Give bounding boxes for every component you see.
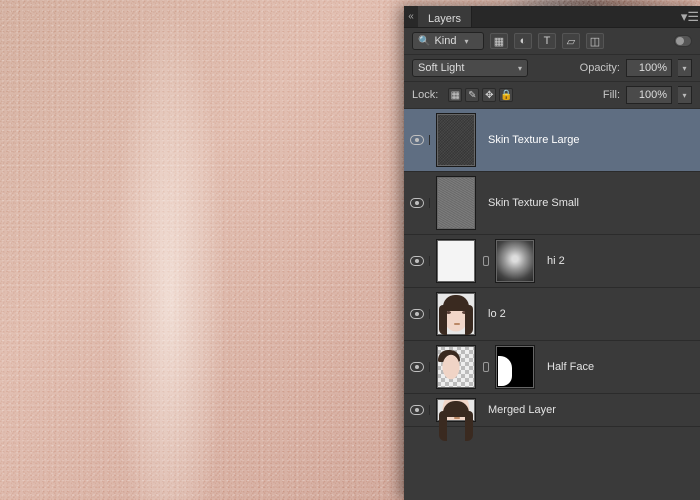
- filter-type-icon[interactable]: T: [538, 33, 556, 49]
- opacity-value: 100%: [639, 62, 667, 74]
- layer-thumbnail[interactable]: [436, 113, 476, 167]
- filter-toggle[interactable]: [674, 35, 692, 47]
- fill-value: 100%: [639, 89, 667, 101]
- chevron-down-icon: ▾: [518, 64, 522, 73]
- visibility-eye-icon[interactable]: [410, 362, 424, 372]
- visibility-eye-icon[interactable]: [410, 256, 424, 266]
- blend-mode-dropdown[interactable]: Soft Light ▾: [412, 59, 528, 77]
- layer-thumbnail[interactable]: [436, 398, 476, 422]
- blend-mode-value: Soft Light: [418, 62, 464, 74]
- layers-panel: « Layers ▾☰ 🔍 Kind ▾ ▦ ◐ T ▱ ◫ Soft Ligh…: [404, 6, 700, 500]
- lock-label: Lock:: [412, 89, 438, 101]
- lock-transparency-icon[interactable]: ▦: [448, 88, 462, 102]
- opacity-input[interactable]: 100%: [626, 59, 672, 77]
- layer-row[interactable]: lo 2: [404, 288, 700, 341]
- filter-smart-icon[interactable]: ◫: [586, 33, 604, 49]
- blend-opacity-row: Soft Light ▾ Opacity: 100% ▾: [404, 55, 700, 82]
- panel-menu-button[interactable]: ▾☰: [680, 6, 700, 27]
- layer-row[interactable]: Skin Texture Small: [404, 172, 700, 235]
- lock-all-icon[interactable]: 🔒: [499, 88, 513, 102]
- layer-mask-thumbnail[interactable]: [495, 345, 535, 389]
- layer-name[interactable]: Half Face: [547, 361, 594, 373]
- layer-list: Skin Texture Large Skin Texture Small hi…: [404, 109, 700, 500]
- layer-thumbnail[interactable]: [436, 345, 476, 389]
- chevron-down-icon: ▾: [464, 37, 468, 46]
- opacity-label: Opacity:: [580, 62, 620, 74]
- lock-position-icon[interactable]: ✥: [482, 88, 496, 102]
- layer-row[interactable]: Skin Texture Large: [404, 109, 700, 172]
- mask-link-icon[interactable]: [483, 256, 489, 266]
- filter-pixel-icon[interactable]: ▦: [490, 33, 508, 49]
- layer-row[interactable]: hi 2: [404, 235, 700, 288]
- layer-name[interactable]: hi 2: [547, 255, 565, 267]
- filter-kind-label: Kind: [434, 35, 456, 47]
- layers-tab-label: Layers: [428, 13, 461, 25]
- filter-adjustment-icon[interactable]: ◐: [514, 33, 532, 49]
- layer-row[interactable]: Merged Layer: [404, 394, 700, 427]
- filter-row: 🔍 Kind ▾ ▦ ◐ T ▱ ◫: [404, 28, 700, 55]
- layer-mask-thumbnail[interactable]: [495, 239, 535, 283]
- lock-image-icon[interactable]: ✎: [465, 88, 479, 102]
- collapse-arrows-icon[interactable]: «: [404, 6, 418, 27]
- fill-stepper[interactable]: ▾: [678, 86, 692, 104]
- visibility-eye-icon[interactable]: [410, 309, 424, 319]
- layer-name[interactable]: Merged Layer: [488, 404, 556, 416]
- fill-input[interactable]: 100%: [626, 86, 672, 104]
- filter-kind-dropdown[interactable]: 🔍 Kind ▾: [412, 32, 484, 50]
- visibility-eye-icon[interactable]: [410, 405, 424, 415]
- layer-thumbnail[interactable]: [436, 292, 476, 336]
- layer-name[interactable]: lo 2: [488, 308, 506, 320]
- visibility-eye-icon[interactable]: [410, 135, 424, 145]
- filter-shape-icon[interactable]: ▱: [562, 33, 580, 49]
- fill-label: Fill:: [603, 89, 620, 101]
- search-icon: 🔍: [418, 36, 430, 47]
- layers-tab[interactable]: Layers: [418, 6, 472, 27]
- layer-thumbnail[interactable]: [436, 176, 476, 230]
- lock-fill-row: Lock: ▦ ✎ ✥ 🔒 Fill: 100% ▾: [404, 82, 700, 109]
- layer-row[interactable]: Half Face: [404, 341, 700, 394]
- layer-name[interactable]: Skin Texture Small: [488, 197, 579, 209]
- lock-icons-group: ▦ ✎ ✥ 🔒: [448, 88, 513, 102]
- mask-link-icon[interactable]: [483, 362, 489, 372]
- panel-tab-bar: « Layers ▾☰: [404, 6, 700, 28]
- layer-name[interactable]: Skin Texture Large: [488, 134, 580, 146]
- visibility-eye-icon[interactable]: [410, 198, 424, 208]
- layer-thumbnail[interactable]: [436, 239, 476, 283]
- opacity-stepper[interactable]: ▾: [678, 59, 692, 77]
